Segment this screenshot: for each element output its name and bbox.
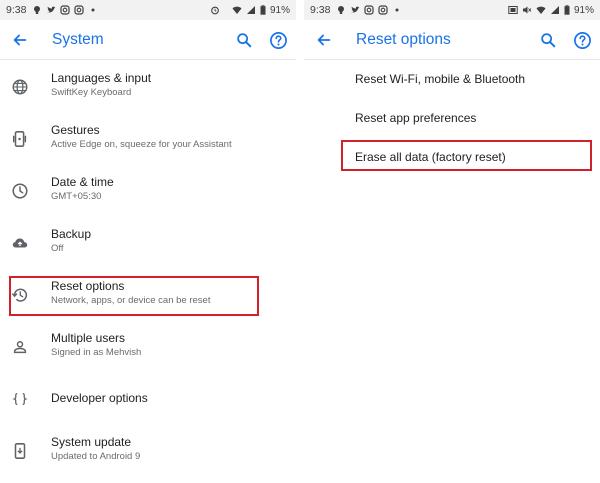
wifi-icon [232, 5, 242, 15]
highlight-box-factory-reset [341, 140, 592, 171]
item-subtitle: Off [51, 243, 64, 254]
item-title: Backup [51, 227, 92, 241]
item-title: System update [51, 435, 132, 449]
search-icon[interactable] [538, 30, 558, 50]
settings-item-gestures[interactable]: Gestures Active Edge on, squeeze for you… [0, 113, 296, 165]
screen-cast-icon [508, 5, 518, 15]
settings-item-system-update[interactable]: System update Updated to Android 9 [0, 425, 296, 477]
reset-app-preferences-item[interactable]: Reset app preferences [304, 99, 600, 138]
settings-item-developer-options[interactable]: Developer options [0, 373, 296, 425]
alarm-icon [210, 5, 220, 15]
item-title: Reset app preferences [355, 111, 477, 125]
item-title: Developer options [51, 391, 148, 405]
clock-icon [10, 181, 30, 201]
system-update-icon [10, 441, 30, 461]
instagram-notification-icon [364, 5, 375, 15]
item-title: Languages & input [51, 71, 152, 85]
settings-item-date-time[interactable]: Date & time GMT+05:30 [0, 165, 296, 217]
mute-icon [522, 5, 532, 15]
battery-percentage: 91% [573, 4, 594, 16]
search-icon[interactable] [234, 30, 254, 50]
item-title: Multiple users [51, 331, 126, 345]
more-notifications-dot-icon [88, 5, 98, 15]
item-title: Gestures [51, 123, 100, 137]
screen-divider [296, 0, 304, 483]
gestures-phone-icon [10, 129, 30, 149]
twitter-notification-icon [350, 5, 360, 15]
braces-icon [10, 389, 30, 409]
settings-item-backup[interactable]: Backup Off [0, 217, 296, 269]
instagram-notification-icon [60, 5, 71, 15]
system-settings-screen: 9:38 91% System Languages & input SwiftK… [0, 0, 296, 483]
item-subtitle: SwiftKey Keyboard [51, 87, 132, 98]
cell-signal-icon [246, 5, 256, 15]
settings-item-languages[interactable]: Languages & input SwiftKey Keyboard [0, 61, 296, 113]
cloud-upload-icon [10, 233, 30, 253]
help-icon[interactable] [268, 30, 288, 50]
twitter-notification-icon [46, 5, 56, 15]
back-arrow-icon[interactable] [314, 30, 334, 50]
item-subtitle: Updated to Android 9 [51, 451, 141, 462]
bulb-notification-icon [336, 5, 346, 15]
reset-options-screen: 9:38 91% Reset options Reset Wi-Fi, mobi… [304, 0, 600, 483]
help-icon[interactable] [572, 30, 592, 50]
more-notifications-dot-icon [392, 5, 402, 15]
person-icon [10, 337, 30, 357]
back-arrow-icon[interactable] [10, 30, 30, 50]
item-title: Date & time [51, 175, 114, 189]
battery-icon [260, 5, 266, 15]
cell-signal-icon [550, 5, 560, 15]
page-title: System [52, 31, 104, 48]
wifi-icon [536, 5, 546, 15]
status-time: 9:38 [6, 4, 27, 16]
item-subtitle: Active Edge on, squeeze for your Assista… [51, 139, 232, 150]
page-title: Reset options [356, 31, 451, 48]
status-time: 9:38 [310, 4, 331, 16]
battery-percentage: 91% [269, 4, 290, 16]
instagram-notification-icon-2 [378, 5, 389, 15]
settings-item-multiple-users[interactable]: Multiple users Signed in as Mehvish [0, 321, 296, 373]
app-bar: System [0, 20, 296, 60]
bulb-notification-icon [32, 5, 42, 15]
instagram-notification-icon-2 [74, 5, 85, 15]
status-bar: 9:38 91% [0, 0, 296, 20]
item-subtitle: Signed in as Mehvish [51, 347, 142, 358]
item-title: Reset Wi-Fi, mobile & Bluetooth [355, 72, 526, 86]
item-subtitle: GMT+05:30 [51, 191, 102, 202]
globe-icon [10, 77, 30, 97]
highlight-box-reset-options [9, 276, 259, 316]
reset-network-item[interactable]: Reset Wi-Fi, mobile & Bluetooth [304, 60, 600, 99]
status-bar: 9:38 91% [304, 0, 600, 20]
battery-icon [564, 5, 570, 15]
app-bar: Reset options [304, 20, 600, 60]
